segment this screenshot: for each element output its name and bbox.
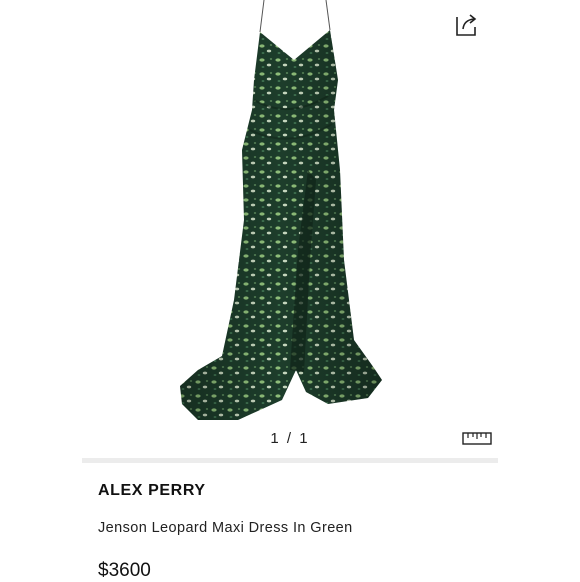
section-divider [82,458,498,463]
product-title: Jenson Leopard Maxi Dress In Green [98,520,353,536]
size-guide-ruler-icon [462,432,492,445]
brand-name[interactable]: ALEX PERRY [98,482,206,500]
product-image[interactable] [178,0,398,430]
share-icon [456,14,477,36]
product-page: 1 / 1 ALEX PERRY Jenson Leopard Maxi Dre… [82,0,498,581]
size-guide-button[interactable] [462,430,492,446]
product-price: $3600 [98,560,151,581]
product-image-gallery[interactable]: 1 / 1 [82,0,498,460]
image-pager: 1 / 1 [270,430,310,447]
share-button[interactable] [454,12,480,38]
